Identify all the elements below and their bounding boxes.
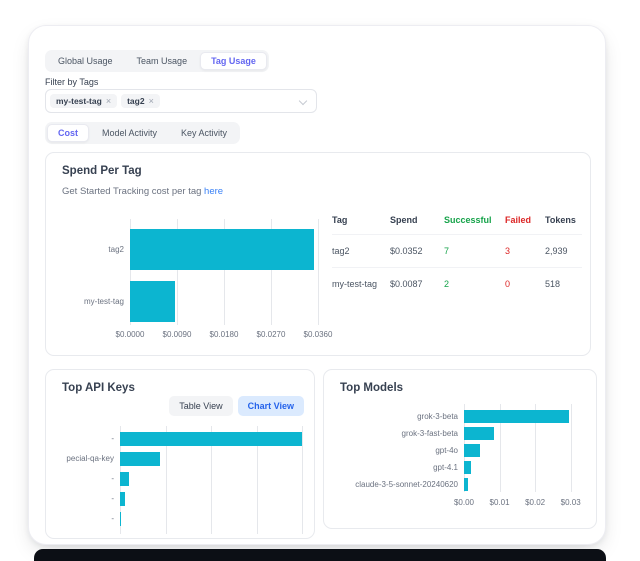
chart-axis-tick-label: $0.0360 (304, 330, 333, 339)
cell-spend: $0.0352 (390, 235, 444, 268)
tag-filter-select[interactable]: my-test-tag × tag2 × (45, 89, 317, 113)
table-view-button[interactable]: Table View (169, 396, 232, 416)
spend-per-tag-card: Spend Per Tag Get Started Tracking cost … (45, 152, 591, 356)
tag-chip-label: my-test-tag (56, 96, 102, 106)
chart-category-label: - (56, 494, 114, 503)
table-row: my-test-tag $0.0087 2 0 518 (332, 268, 582, 301)
chart-category-label: pecial-qa-key (56, 454, 114, 463)
spend-card-subtitle: Get Started Tracking cost per tag here (62, 186, 223, 197)
chart-gridline (571, 404, 572, 492)
view-toggle: Table View Chart View (169, 396, 304, 416)
tag-chip[interactable]: my-test-tag × (50, 94, 117, 108)
col-tokens: Tokens (545, 209, 582, 235)
cell-tokens: 2,939 (545, 235, 582, 268)
here-link[interactable]: here (204, 186, 223, 197)
chart-axis-tick-label: $0.0180 (210, 330, 239, 339)
chart-bar (130, 229, 314, 270)
metric-tabbar: Cost Model Activity Key Activity (45, 122, 240, 144)
chart-category-label: claude-3-5-sonnet-20240620 (334, 480, 458, 489)
chart-axis-tick-label: $0.03 (561, 498, 581, 507)
tag-chip-label: tag2 (127, 96, 144, 106)
col-tag: Tag (332, 209, 390, 235)
spend-card-title: Spend Per Tag (62, 165, 142, 177)
tab-global-usage[interactable]: Global Usage (47, 52, 124, 70)
chart-axis-tick-label: $0.01 (490, 498, 510, 507)
tab-tag-usage[interactable]: Tag Usage (200, 52, 267, 70)
chart-category-label: - (56, 514, 114, 523)
tag-chip[interactable]: tag2 × (121, 94, 160, 108)
chart-bar (120, 512, 121, 526)
chart-bar (464, 444, 480, 457)
dashboard-panel: Global Usage Team Usage Tag Usage Filter… (28, 25, 606, 545)
col-failed: Failed (505, 209, 545, 235)
chart-category-label: gpt-4.1 (334, 463, 458, 472)
usage-tabbar: Global Usage Team Usage Tag Usage (45, 50, 269, 72)
remove-tag-icon[interactable]: × (106, 96, 111, 106)
chart-gridline (302, 426, 303, 534)
api-keys-card-title: Top API Keys (62, 382, 135, 394)
chart-bar (130, 281, 175, 322)
top-models-card: Top Models grok-3-beta grok-3-fast-beta gp… (323, 369, 597, 529)
cell-successful: 2 (444, 268, 505, 301)
chart-bar (464, 478, 468, 491)
chart-bar (464, 427, 494, 440)
chart-category-label: tag2 (56, 245, 124, 254)
chart-category-label: - (56, 434, 114, 443)
chart-category-label: my-test-tag (56, 297, 124, 306)
cell-tokens: 518 (545, 268, 582, 301)
models-card-title: Top Models (340, 382, 403, 394)
chart-bar (120, 472, 129, 486)
col-successful: Successful (444, 209, 505, 235)
chart-bar (464, 410, 569, 423)
tab-model-activity[interactable]: Model Activity (91, 124, 168, 142)
chart-bar (464, 461, 471, 474)
chart-bar (120, 432, 302, 446)
subtitle-text: Get Started Tracking cost per tag (62, 186, 204, 197)
chart-gridline (318, 219, 319, 325)
top-models-chart: grok-3-beta grok-3-fast-beta gpt-4o gpt-4.1… (334, 404, 590, 522)
cell-failed: 0 (505, 268, 545, 301)
chart-axis-tick-label: $0.02 (525, 498, 545, 507)
chart-axis-tick-label: $0.0090 (163, 330, 192, 339)
remove-tag-icon[interactable]: × (149, 96, 154, 106)
table-row: tag2 $0.0352 7 3 2,939 (332, 235, 582, 268)
chevron-down-icon[interactable] (299, 97, 307, 105)
spend-table: Tag Spend Successful Failed Tokens tag2 … (332, 209, 582, 300)
top-api-keys-chart: - pecial-qa-key - - - (56, 426, 312, 539)
col-spend: Spend (390, 209, 444, 235)
cell-spend: $0.0087 (390, 268, 444, 301)
chart-axis-tick-label: $0.0270 (257, 330, 286, 339)
chart-category-label: - (56, 474, 114, 483)
tab-cost[interactable]: Cost (47, 124, 89, 142)
chart-view-button[interactable]: Chart View (238, 396, 304, 416)
spend-per-tag-chart: tag2 my-test-tag $0.0000 $0.0090 $0.0180 $0.0… (56, 219, 346, 351)
cell-tag: my-test-tag (332, 268, 390, 301)
cell-failed: 3 (505, 235, 545, 268)
chart-axis-tick-label: $0.0000 (116, 330, 145, 339)
spend-table-header-row: Tag Spend Successful Failed Tokens (332, 209, 582, 235)
tab-team-usage[interactable]: Team Usage (126, 52, 199, 70)
cell-successful: 7 (444, 235, 505, 268)
tab-key-activity[interactable]: Key Activity (170, 124, 238, 142)
top-api-keys-card: Top API Keys Table View Chart View - peci… (45, 369, 315, 539)
chart-bar (120, 492, 125, 506)
chart-bar (120, 452, 160, 466)
chart-axis-tick-label: $0.00 (454, 498, 474, 507)
chart-category-label: grok-3-beta (334, 412, 458, 421)
cell-tag: tag2 (332, 235, 390, 268)
window-shadow-bar (34, 549, 606, 561)
filter-by-tags-label: Filter by Tags (45, 77, 98, 87)
chart-category-label: grok-3-fast-beta (334, 429, 458, 438)
chart-category-label: gpt-4o (334, 446, 458, 455)
